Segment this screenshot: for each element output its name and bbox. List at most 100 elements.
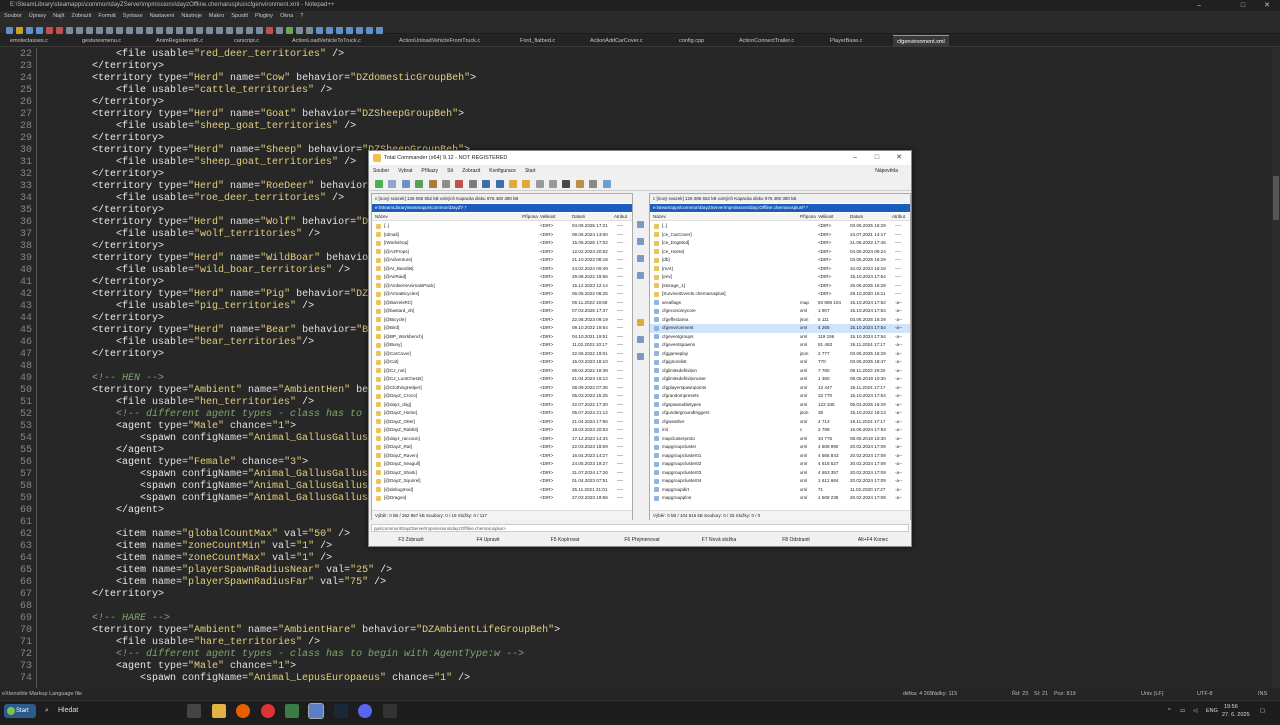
plugin-icon-4[interactable]	[345, 27, 353, 34]
udl-icon[interactable]	[215, 27, 223, 34]
file-row[interactable]: [!dmail] <DIR> 08.06.2024 13:00 ----	[372, 231, 632, 240]
col-attr[interactable]: Atribut	[614, 213, 627, 221]
file-row[interactable]: [..] <DIR> 03.06.2025 16:29 ----	[650, 222, 910, 231]
menu-item[interactable]: Nastavení	[150, 13, 175, 19]
file-tab[interactable]: emoteclasses.c	[6, 35, 52, 47]
tc-menu-item[interactable]: Sít	[447, 168, 453, 174]
tc-maximize-button[interactable]: □	[865, 151, 889, 165]
file-row[interactable]: [ce_Horse] <DIR> 04.08.2024 09:24 ----	[650, 248, 910, 257]
col-ext[interactable]: Přípona	[800, 213, 816, 221]
status-eol[interactable]: Unix (LF)	[1141, 689, 1164, 700]
doc-map-icon[interactable]	[225, 27, 233, 34]
file-row[interactable]: [@DayZ_Squirrel] <DIR> 01.04.2023 07:51 ---…	[372, 477, 632, 486]
undo-icon[interactable]	[105, 27, 113, 34]
file-tab[interactable]: Ford_flatbed.c	[516, 35, 559, 47]
menu-item[interactable]: Spustit	[231, 13, 248, 19]
file-tab[interactable]: AnimRegisteredK.c	[152, 35, 207, 47]
file-row[interactable]: cfgundergroundtriggers json 35 15.10.2022 1…	[650, 409, 910, 418]
file-row[interactable]: [ce_CarCover] <DIR> 23.07.2021 14:17 ----	[650, 231, 910, 240]
plugin-icon-5[interactable]	[355, 27, 363, 34]
file-row[interactable]: [@bastard_oh] <DIR> 07.03.2025 17:37 ----	[372, 307, 632, 316]
file-tab[interactable]: ActionLoadVehicleToTruck.c	[288, 35, 365, 47]
file-row[interactable]: [..] <DIR> 04.06.2025 17:21 ----	[372, 222, 632, 231]
file-row[interactable]: [@ArmaBicycles] <DIR> 06.05.2022 06:25 ----	[372, 290, 632, 299]
file-row[interactable]: [@DayZ_Rabbit] <DIR> 18.03.2023 20:53 ----	[372, 426, 632, 435]
plugin-icon-1[interactable]	[315, 27, 323, 34]
file-row[interactable]: [@CarCover] <DIR> 22.06.2022 19:01 ----	[372, 350, 632, 359]
menu-item[interactable]: Úpravy	[29, 13, 46, 19]
find-icon[interactable]	[125, 27, 133, 34]
file-row[interactable]: [@DayZ_Raven] <DIR> 16.04.2023 14:27 ----	[372, 452, 632, 461]
file-row[interactable]: [@Bird] <DIR> 09.10.2022 19:54 ----	[372, 324, 632, 333]
menu-item[interactable]: Syntaxe	[123, 13, 143, 19]
file-row[interactable]: [mAI] <DIR> 10.02.2023 16:18 ----	[650, 265, 910, 274]
paste-icon[interactable]	[95, 27, 103, 34]
tc-menu-item[interactable]: Start	[525, 168, 536, 174]
file-row[interactable]: cfgweather xml 4 713 19.11.2024 17:17 -a--	[650, 418, 910, 427]
tray-date[interactable]: 27. 6. 2025	[1222, 705, 1250, 725]
file-row[interactable]: cfggameplay json 2 777 03.06.2025 16:29 -a--	[650, 350, 910, 359]
wrap-icon[interactable]	[185, 27, 193, 34]
file-row[interactable]: cfglimitsdefinition xml 7 780 09.11.2023 19…	[650, 367, 910, 376]
tray-chevron-icon[interactable]: ^	[1168, 701, 1171, 721]
menu-item[interactable]: Pluginy	[255, 13, 273, 19]
file-row[interactable]: cfgenvironment xml 4 265 15.10.2024 17:54 -a…	[650, 324, 910, 333]
save-icon[interactable]	[25, 27, 33, 34]
file-row[interactable]: cfgeffectarea json 5 111 03.06.2025 16:29 -a…	[650, 316, 910, 325]
cmd-icon[interactable]	[602, 180, 611, 188]
command-line[interactable]: pps\common\DayZServer\mpmissions\dayzOff…	[371, 524, 909, 532]
file-row[interactable]: [db] <DIR> 03.06.2025 16:29 ----	[650, 256, 910, 265]
file-row[interactable]: cfgrandompresets xml 33 770 15.10.2024 17:5…	[650, 392, 910, 401]
file-row[interactable]: [@Duck] <DIR> 18.06.2023 11:38 ----	[372, 503, 632, 505]
file-row[interactable]: cfgeventgroups xml 119 196 15.10.2024 17:54…	[650, 333, 910, 342]
col-date[interactable]: Datum	[850, 213, 863, 221]
move-icon[interactable]	[637, 255, 644, 262]
tc-menu-item[interactable]: Soubor	[373, 168, 389, 174]
col-size[interactable]: Velikost	[818, 213, 834, 221]
file-row[interactable]: [@CJ_not] <DIR> 06.02.2022 18:39 ----	[372, 367, 632, 376]
sync-v-icon[interactable]	[165, 27, 173, 34]
file-row[interactable]: [@Cat] <DIR> 15.03.2023 18:10 ----	[372, 358, 632, 367]
file-row[interactable]: cfgplayerspawnpoints xml 13 447 19.11.2024 …	[650, 384, 910, 393]
col-name[interactable]: Název	[653, 213, 666, 221]
col-attr[interactable]: Atribut	[892, 213, 905, 221]
file-row[interactable]: [ce_DogMod] <DIR> 21.08.2022 17:45 ----	[650, 239, 910, 248]
new-ftp-icon[interactable]	[522, 180, 531, 188]
copy-icon[interactable]	[85, 27, 93, 34]
cut-icon[interactable]	[75, 27, 83, 34]
file-row[interactable]: [@BP_Workbench] <DIR> 04.10.2021 19:51 ----	[372, 333, 632, 342]
minimize-button[interactable]: –	[1188, 0, 1210, 11]
file-row[interactable]: mapgroupcluster xml 4 608 990 20.02.2024 17…	[650, 443, 910, 452]
notifications-icon[interactable]: ▢	[1260, 701, 1265, 721]
redo-icon[interactable]	[115, 27, 123, 34]
col-ext[interactable]: Přípona	[522, 213, 538, 221]
left-drive-info[interactable]: c [nový svazek] 126 086 552 kB volných K…	[372, 194, 632, 203]
save-all-icon[interactable]	[35, 27, 43, 34]
right-file-panel[interactable]: c [nový svazek] 126 086 552 kB volných K…	[649, 193, 911, 520]
opera-icon[interactable]	[261, 704, 275, 718]
delete-icon[interactable]	[637, 272, 644, 279]
tc-menu-item[interactable]: Konfigurace	[489, 168, 516, 174]
file-tab[interactable]: gesturesmenu.c	[78, 35, 125, 47]
replace-icon[interactable]	[135, 27, 143, 34]
file-row[interactable]: [@BarrelsRC] <DIR> 09.11.2023 19:58 ----	[372, 299, 632, 308]
play-macro-icon[interactable]	[285, 27, 293, 34]
file-row[interactable]: mapgroupcluster01 xml 4 565 843 20.02.2024 …	[650, 452, 910, 461]
fkey-button[interactable]: F8 Odstranit	[762, 534, 830, 546]
pack-files-icon[interactable]	[637, 319, 644, 326]
brief-view-icon[interactable]	[388, 180, 397, 188]
properties-icon[interactable]	[637, 336, 644, 343]
file-row[interactable]: [storage_1] <DIR> 25.06.2025 16:28 ----	[650, 282, 910, 291]
forward-icon[interactable]	[495, 180, 504, 188]
fkey-button[interactable]: F3 Zobrazit	[377, 534, 445, 546]
tc-menu-item[interactable]: Příkazy	[421, 168, 438, 174]
col-size[interactable]: Velikost	[540, 213, 556, 221]
new-file-icon[interactable]	[5, 27, 13, 34]
folder-workspace-icon[interactable]	[245, 27, 253, 34]
col-date[interactable]: Datum	[572, 213, 585, 221]
scrollbar-thumb[interactable]	[1273, 176, 1279, 220]
left-path[interactable]: e:\SteamLibrary\steamapps\common\DayZ\*.…	[372, 204, 632, 212]
menu-item[interactable]: Formát	[98, 13, 115, 19]
file-row[interactable]: cfgeconomycore xml 1 907 15.10.2024 17:54 -a…	[650, 307, 910, 316]
file-tab[interactable]: carscript.c	[230, 35, 263, 47]
